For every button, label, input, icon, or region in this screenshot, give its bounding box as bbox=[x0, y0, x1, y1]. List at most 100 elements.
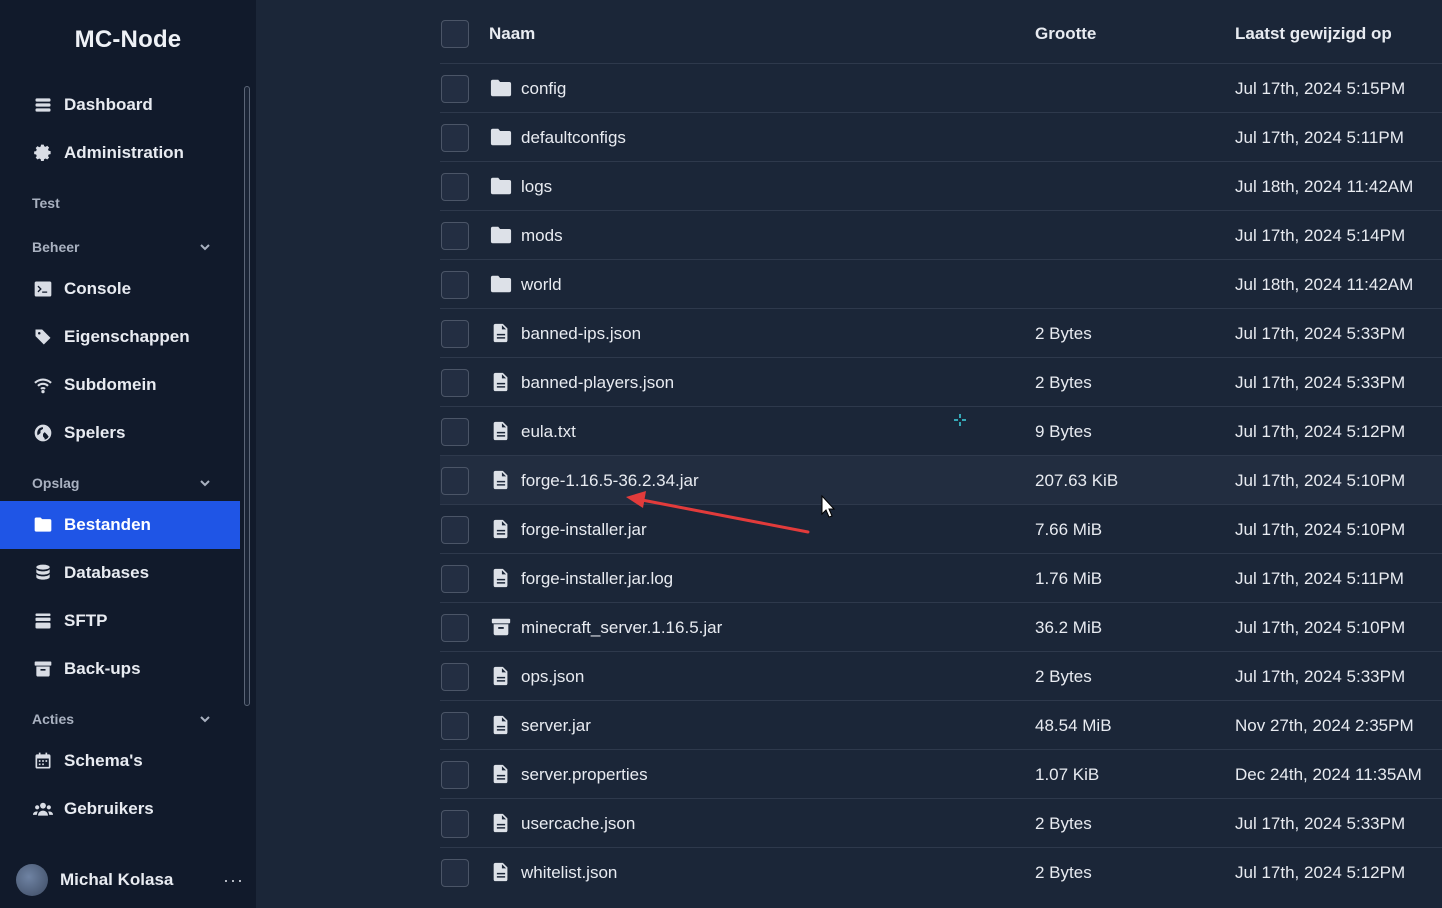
row-checkbox[interactable] bbox=[441, 320, 469, 348]
file-name[interactable]: server.properties bbox=[521, 750, 648, 799]
row-checkbox[interactable] bbox=[441, 124, 469, 152]
row-checkbox[interactable] bbox=[441, 663, 469, 691]
table-row[interactable]: banned-players.json 2 Bytes Jul 17th, 2024… bbox=[440, 357, 1442, 406]
table-row[interactable]: server.properties 1.07 KiB Dec 24th, 2024 … bbox=[440, 749, 1442, 798]
sidebar-item-spelers[interactable]: Spelers bbox=[0, 409, 240, 457]
row-checkbox[interactable] bbox=[441, 173, 469, 201]
table-row[interactable]: usercache.json 2 Bytes Jul 17th, 2024 5:33… bbox=[440, 798, 1442, 847]
sidebar-item-console[interactable]: Console bbox=[0, 265, 240, 313]
section-opslag[interactable]: Opslag bbox=[32, 473, 212, 493]
file-name[interactable]: ops.json bbox=[521, 652, 584, 701]
file-name[interactable]: usercache.json bbox=[521, 799, 635, 848]
row-checkbox[interactable] bbox=[441, 614, 469, 642]
table-row[interactable]: minecraft_server.1.16.5.jar 36.2 MiB Jul 1… bbox=[440, 602, 1442, 651]
file-modified: Jul 17th, 2024 5:11PM bbox=[1235, 568, 1404, 588]
table-row[interactable]: logs Jul 18th, 2024 11:42AM bbox=[440, 161, 1442, 210]
calendar-icon bbox=[32, 750, 54, 772]
file-name[interactable]: whitelist.json bbox=[521, 848, 617, 897]
file-icon bbox=[490, 420, 512, 442]
table-row[interactable]: world Jul 18th, 2024 11:42AM bbox=[440, 259, 1442, 308]
column-header-modified[interactable]: Laatst gewijzigd op bbox=[1235, 8, 1392, 60]
user-profile[interactable]: Michal Kolasa ··· bbox=[16, 864, 244, 896]
sidebar-item-label: Eigenschappen bbox=[64, 327, 190, 346]
table-row[interactable]: defaultconfigs Jul 17th, 2024 5:11PM bbox=[440, 112, 1442, 161]
table-row[interactable]: eula.txt 9 Bytes Jul 17th, 2024 5:12PM bbox=[440, 406, 1442, 455]
sidebar: MC-Node Dashboard Administration Test Be… bbox=[0, 0, 256, 908]
chevron-down-icon[interactable] bbox=[198, 712, 212, 726]
row-checkbox[interactable] bbox=[441, 565, 469, 593]
file-modified: Jul 17th, 2024 5:33PM bbox=[1235, 323, 1406, 343]
table-row[interactable]: banned-ips.json 2 Bytes Jul 17th, 2024 5:3… bbox=[440, 308, 1442, 357]
row-checkbox[interactable] bbox=[441, 75, 469, 103]
file-modified: Jul 17th, 2024 5:33PM bbox=[1235, 372, 1406, 392]
file-size: 9 Bytes bbox=[1035, 421, 1092, 441]
table-row[interactable]: ops.json 2 Bytes Jul 17th, 2024 5:33PM bbox=[440, 651, 1442, 700]
terminal-icon bbox=[32, 278, 54, 300]
file-name[interactable]: server.jar bbox=[521, 701, 591, 750]
sidebar-item-bestanden[interactable]: Bestanden bbox=[0, 501, 240, 549]
sidebar-item-gebruikers[interactable]: Gebruikers bbox=[0, 785, 240, 833]
table-row[interactable]: config Jul 17th, 2024 5:15PM bbox=[440, 63, 1442, 112]
more-options-icon[interactable]: ··· bbox=[223, 870, 244, 891]
row-checkbox[interactable] bbox=[441, 369, 469, 397]
file-name[interactable]: defaultconfigs bbox=[521, 113, 626, 162]
table-row[interactable]: whitelist.json 2 Bytes Jul 17th, 2024 5:12… bbox=[440, 847, 1442, 896]
table-row[interactable]: server.jar 48.54 MiB Nov 27th, 2024 2:35PM bbox=[440, 700, 1442, 749]
file-icon bbox=[490, 518, 512, 540]
file-modified: Jul 18th, 2024 11:42AM bbox=[1235, 176, 1414, 196]
file-name[interactable]: banned-players.json bbox=[521, 358, 674, 407]
row-checkbox[interactable] bbox=[441, 467, 469, 495]
file-name[interactable]: forge-1.16.5-36.2.34.jar bbox=[521, 456, 699, 505]
file-name[interactable]: forge-installer.jar.log bbox=[521, 554, 673, 603]
sidebar-item-sftp[interactable]: SFTP bbox=[0, 597, 240, 645]
avatar[interactable] bbox=[16, 864, 48, 896]
sidebar-item-schemas[interactable]: Schema's bbox=[0, 737, 240, 785]
brand-logo[interactable]: MC-Node bbox=[0, 26, 256, 54]
file-name[interactable]: minecraft_server.1.16.5.jar bbox=[521, 603, 722, 652]
sidebar-item-dashboard[interactable]: Dashboard bbox=[0, 81, 240, 129]
chevron-down-icon[interactable] bbox=[198, 476, 212, 490]
row-checkbox[interactable] bbox=[441, 271, 469, 299]
file-icon bbox=[490, 469, 512, 491]
server-icon bbox=[32, 610, 54, 632]
row-checkbox[interactable] bbox=[441, 859, 469, 887]
table-row[interactable]: forge-1.16.5-36.2.34.jar 207.63 KiB Jul 17… bbox=[440, 455, 1442, 504]
file-name[interactable]: forge-installer.jar bbox=[521, 505, 647, 554]
file-name[interactable]: config bbox=[521, 64, 566, 113]
file-icon bbox=[490, 812, 512, 834]
table-row[interactable]: forge-installer.jar 7.66 MiB Jul 17th, 202… bbox=[440, 504, 1442, 553]
table-row[interactable]: forge-installer.jar.log 1.76 MiB Jul 17th,… bbox=[440, 553, 1442, 602]
chevron-down-icon[interactable] bbox=[198, 240, 212, 254]
section-label: Beheer bbox=[32, 239, 80, 255]
folder-icon bbox=[490, 77, 512, 99]
file-name[interactable]: world bbox=[521, 260, 562, 309]
file-name[interactable]: banned-ips.json bbox=[521, 309, 641, 358]
wifi-icon bbox=[32, 374, 54, 396]
row-checkbox[interactable] bbox=[441, 418, 469, 446]
row-checkbox[interactable] bbox=[441, 516, 469, 544]
archive-icon bbox=[32, 658, 54, 680]
row-checkbox[interactable] bbox=[441, 222, 469, 250]
column-header-name[interactable]: Naam bbox=[489, 8, 535, 60]
file-size: 2 Bytes bbox=[1035, 813, 1092, 833]
sidebar-item-eigenschappen[interactable]: Eigenschappen bbox=[0, 313, 240, 361]
sidebar-item-databases[interactable]: Databases bbox=[0, 549, 240, 597]
section-label: Opslag bbox=[32, 475, 80, 491]
sidebar-item-label: Subdomein bbox=[64, 375, 157, 394]
table-row[interactable]: mods Jul 17th, 2024 5:14PM bbox=[440, 210, 1442, 259]
row-checkbox[interactable] bbox=[441, 761, 469, 789]
file-size: 7.66 MiB bbox=[1035, 519, 1103, 539]
select-all-checkbox[interactable] bbox=[441, 20, 469, 48]
column-header-size[interactable]: Grootte bbox=[1035, 8, 1096, 60]
file-name[interactable]: eula.txt bbox=[521, 407, 576, 456]
row-checkbox[interactable] bbox=[441, 810, 469, 838]
section-acties[interactable]: Acties bbox=[32, 709, 212, 729]
sidebar-item-subdomein[interactable]: Subdomein bbox=[0, 361, 240, 409]
sidebar-item-administration[interactable]: Administration bbox=[0, 129, 240, 177]
file-name[interactable]: logs bbox=[521, 162, 552, 211]
file-name[interactable]: mods bbox=[521, 211, 563, 260]
sidebar-item-back-ups[interactable]: Back-ups bbox=[0, 645, 240, 693]
section-beheer[interactable]: Beheer bbox=[32, 237, 212, 257]
row-checkbox[interactable] bbox=[441, 712, 469, 740]
sidebar-scrollbar[interactable] bbox=[244, 86, 250, 706]
